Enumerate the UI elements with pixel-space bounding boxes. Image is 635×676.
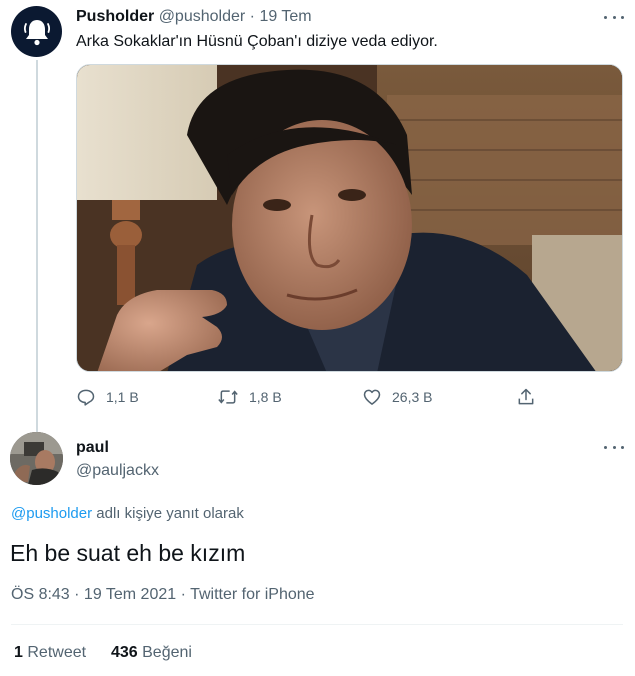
tweet1-media-image[interactable] bbox=[76, 64, 623, 372]
replying-to-line: @pusholder adlı kişiye yanıt olarak bbox=[11, 504, 244, 523]
tweet2-handle[interactable]: @pauljackx bbox=[76, 461, 159, 480]
pusholder-avatar[interactable] bbox=[11, 6, 62, 57]
paul-avatar[interactable] bbox=[10, 432, 63, 485]
tweet1-display-name[interactable]: Pusholder bbox=[76, 8, 154, 25]
likes-stat[interactable]: 436 Beğeni bbox=[111, 644, 192, 661]
tweet1-header: Pusholder @pusholder · 19 Tem bbox=[76, 7, 312, 26]
thread-connector-line bbox=[36, 60, 38, 432]
retweet-icon bbox=[218, 390, 238, 404]
tweet1-action-bar: 1,1 B 1,8 B 26,3 B bbox=[76, 386, 546, 408]
share-button[interactable] bbox=[516, 386, 536, 408]
reply-to-mention-link[interactable]: @pusholder bbox=[11, 505, 92, 522]
tweet1-handle[interactable]: @pusholder bbox=[159, 8, 246, 25]
tweet1-text: Arka Sokaklar'ın Hüsnü Çoban'ı diziye ve… bbox=[76, 33, 438, 50]
tweet2-timestamp-source[interactable]: ÖS 8:43 · 19 Tem 2021 · Twitter for iPho… bbox=[11, 585, 315, 605]
reply-count: 1,1 B bbox=[106, 389, 139, 405]
like-count: 26,3 B bbox=[392, 389, 433, 405]
tweet2-more-icon[interactable] bbox=[604, 442, 624, 452]
retweet-stat-count: 1 bbox=[14, 644, 23, 661]
retweet-button[interactable]: 1,8 B bbox=[217, 386, 282, 408]
reply-icon bbox=[77, 389, 95, 406]
retweet-count: 1,8 B bbox=[249, 389, 282, 405]
reply-to-label: adlı kişiye yanıt olarak bbox=[96, 505, 244, 522]
tweet2-display-name[interactable]: paul bbox=[76, 438, 109, 457]
like-stat-label: Beğeni bbox=[142, 644, 192, 661]
retweet-stat-label: Retweet bbox=[27, 644, 87, 661]
tweet2-text: Eh be suat eh be kızım bbox=[10, 540, 246, 566]
divider bbox=[11, 624, 623, 625]
bell-icon bbox=[23, 19, 50, 45]
reply-button[interactable]: 1,1 B bbox=[76, 386, 139, 408]
heart-icon bbox=[363, 389, 381, 405]
tweet2-engagement-stats: 1 Retweet 436 Beğeni bbox=[14, 643, 192, 663]
like-button[interactable]: 26,3 B bbox=[362, 386, 432, 408]
tweet1-separator: · bbox=[249, 8, 255, 25]
avatar-photo bbox=[10, 432, 63, 485]
share-icon bbox=[518, 388, 534, 405]
like-stat-count: 436 bbox=[110, 644, 138, 661]
retweets-stat[interactable]: 1 Retweet bbox=[14, 644, 91, 661]
tweet1-more-icon[interactable] bbox=[604, 12, 624, 22]
tweet1-date[interactable]: 19 Tem bbox=[259, 8, 311, 25]
man-portrait-photo bbox=[77, 65, 622, 371]
